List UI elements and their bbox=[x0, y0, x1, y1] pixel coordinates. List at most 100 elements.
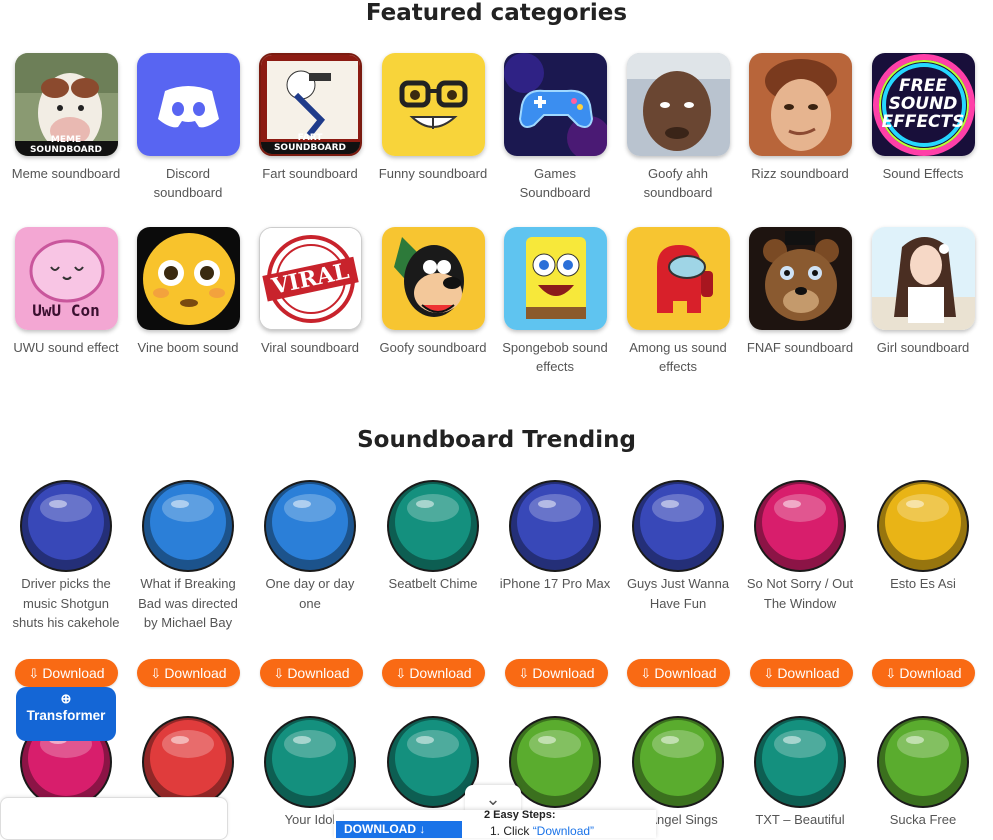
among-us-crewmate-icon bbox=[626, 227, 730, 330]
goofy-ahh-thumbnail bbox=[626, 53, 730, 156]
category-label: Vine boom sound bbox=[137, 340, 239, 355]
category-goofy-soundboard[interactable]: Goofy soundboard bbox=[372, 227, 494, 357]
fart-thumbnail-caption: FART SOUNDBOARD bbox=[273, 133, 347, 153]
sound-label: So Not Sorry / Out The Window bbox=[746, 576, 854, 611]
sound-play-button[interactable] bbox=[875, 478, 971, 574]
sound-label: Sucka Free bbox=[889, 812, 957, 827]
uwu-thumbnail-caption: UwU Con bbox=[32, 301, 100, 320]
download-icon: ⇩ bbox=[150, 666, 162, 681]
category-meme-soundboard[interactable]: MEME SOUNDBOARD Meme soundboard bbox=[5, 53, 127, 183]
sound-button-item: Guys Just Wanna Have Fun bbox=[617, 478, 739, 613]
category-label: Goofy ahh soundboard bbox=[643, 166, 713, 200]
plus-circle-icon: ⊕ bbox=[60, 691, 72, 706]
sound-label: Seatbelt Chime bbox=[388, 576, 478, 591]
download-button[interactable]: ⇩ Download bbox=[750, 659, 853, 687]
category-label: Rizz soundboard bbox=[751, 166, 849, 181]
discord-logo-icon bbox=[136, 53, 240, 156]
download-button[interactable]: ⇩ Download bbox=[260, 659, 363, 687]
category-uwu-sound-effect[interactable]: UwU Con UWU sound effect bbox=[5, 227, 127, 357]
sound-play-button[interactable] bbox=[140, 478, 236, 574]
spongebob-thumbnail bbox=[503, 227, 607, 330]
category-vine-boom-sound[interactable]: Vine boom sound bbox=[127, 227, 249, 357]
download-button[interactable]: ⇩ Download bbox=[137, 659, 240, 687]
category-label: Girl soundboard bbox=[876, 340, 970, 355]
sound-play-button[interactable] bbox=[875, 714, 971, 810]
viral-stamp-thumbnail: VIRAL bbox=[258, 227, 362, 330]
sound-play-button[interactable] bbox=[507, 714, 603, 810]
sound-play-button[interactable] bbox=[630, 714, 726, 810]
download-icon: ⇩ bbox=[28, 666, 40, 681]
download-button[interactable]: ⇩ Download bbox=[15, 659, 118, 687]
category-label: UWU sound effect bbox=[13, 340, 119, 355]
rizz-thumbnail bbox=[748, 53, 852, 156]
sound-label: iPhone 17 Pro Max bbox=[499, 576, 611, 591]
ad-step-1: 1. Click “Download” bbox=[490, 824, 595, 838]
meme-thumbnail-caption: MEME SOUNDBOARD bbox=[29, 135, 103, 155]
category-label: Viral soundboard bbox=[260, 340, 360, 355]
sound-play-button[interactable] bbox=[630, 478, 726, 574]
download-icon: ⇩ bbox=[763, 666, 775, 681]
uwu-thumbnail: UwU Con bbox=[14, 227, 118, 330]
sound-label: Driver picks the music Shotgun shuts his… bbox=[12, 576, 120, 630]
sound-label: What if Breaking Bad was directed by Mic… bbox=[138, 576, 238, 630]
category-games-soundboard[interactable]: Games Soundboard bbox=[494, 53, 616, 202]
goofy-thumbnail bbox=[381, 227, 485, 330]
category-sound-effects[interactable]: FREE SOUND EFFECTS Sound Effects bbox=[862, 53, 984, 183]
bottom-left-panel bbox=[0, 797, 228, 840]
ad-steps-title: 2 Easy Steps: bbox=[484, 809, 556, 821]
sound-button-item: Sucka Free bbox=[862, 714, 984, 830]
category-label: Fart soundboard bbox=[262, 166, 358, 181]
soundboard-trending-title: Soundboard Trending bbox=[357, 427, 636, 453]
fart-soundboard-thumbnail: FART SOUNDBOARD bbox=[258, 53, 362, 156]
ad-download-button[interactable]: DOWNLOAD ↓ bbox=[336, 821, 462, 838]
sound-button-item: iPhone 17 Pro Max bbox=[494, 478, 616, 594]
sound-effects-thumbnail: FREE SOUND EFFECTS bbox=[871, 53, 975, 156]
sound-play-button[interactable] bbox=[752, 478, 848, 574]
category-discord-soundboard[interactable]: Discord soundboard bbox=[127, 53, 249, 202]
category-label: FNAF soundboard bbox=[746, 340, 854, 355]
category-funny-soundboard[interactable]: Funny soundboard bbox=[372, 53, 494, 183]
category-label: Goofy soundboard bbox=[379, 340, 487, 355]
category-label: Meme soundboard bbox=[11, 166, 121, 181]
sound-play-button[interactable] bbox=[385, 478, 481, 574]
sound-play-button[interactable] bbox=[262, 714, 358, 810]
category-label: Games Soundboard bbox=[519, 166, 591, 200]
sound-play-button[interactable] bbox=[18, 478, 114, 574]
featured-categories-title: Featured categories bbox=[365, 0, 628, 26]
category-rizz-soundboard[interactable]: Rizz soundboard bbox=[739, 53, 861, 183]
category-label: Among us sound effects bbox=[629, 340, 727, 374]
category-label: Spongebob sound effects bbox=[502, 340, 608, 374]
category-among-us-sound-effects[interactable]: Among us sound effects bbox=[617, 227, 739, 376]
sound-button-item: Esto Es Asi bbox=[862, 478, 984, 594]
sound-play-button[interactable] bbox=[262, 478, 358, 574]
sound-button-item bbox=[127, 714, 249, 810]
sound-button-item: What if Breaking Bad was directed by Mic… bbox=[127, 478, 249, 633]
arrow-down-icon: ↓ bbox=[419, 822, 426, 836]
download-button[interactable]: ⇩ Download bbox=[872, 659, 975, 687]
download-icon: ⇩ bbox=[273, 666, 285, 681]
girl-thumbnail bbox=[871, 227, 975, 330]
meme-soundboard-thumbnail: MEME SOUNDBOARD bbox=[14, 53, 118, 156]
category-label: Discord soundboard bbox=[153, 166, 223, 200]
chevron-down-icon: ⌄ bbox=[485, 789, 501, 809]
category-label: Sound Effects bbox=[882, 166, 964, 181]
category-fart-soundboard[interactable]: FART SOUNDBOARD Fart soundboard bbox=[249, 53, 371, 183]
sound-play-button[interactable] bbox=[140, 714, 236, 810]
sound-button-item: Driver picks the music Shotgun shuts his… bbox=[5, 478, 127, 633]
download-button[interactable]: ⇩ Download bbox=[505, 659, 608, 687]
sound-play-button[interactable] bbox=[507, 478, 603, 574]
download-button[interactable]: ⇩ Download bbox=[627, 659, 730, 687]
sound-play-button[interactable] bbox=[752, 714, 848, 810]
download-icon: ⇩ bbox=[640, 666, 652, 681]
download-icon: ⇩ bbox=[395, 666, 407, 681]
category-goofy-ahh-soundboard[interactable]: Goofy ahh soundboard bbox=[617, 53, 739, 202]
sound-button-item: TXT – Beautiful bbox=[739, 714, 861, 830]
sound-label: One day or day one bbox=[265, 576, 355, 611]
transformer-floating-button[interactable]: ⊕ Transformer bbox=[16, 687, 116, 741]
category-fnaf-soundboard[interactable]: FNAF soundboard bbox=[739, 227, 861, 357]
category-girl-soundboard[interactable]: Girl soundboard bbox=[862, 227, 984, 357]
download-button[interactable]: ⇩ Download bbox=[382, 659, 485, 687]
category-viral-soundboard[interactable]: VIRAL Viral soundboard bbox=[249, 227, 371, 357]
category-spongebob-sound-effects[interactable]: Spongebob sound effects bbox=[494, 227, 616, 376]
sound-label: Esto Es Asi bbox=[890, 576, 956, 591]
